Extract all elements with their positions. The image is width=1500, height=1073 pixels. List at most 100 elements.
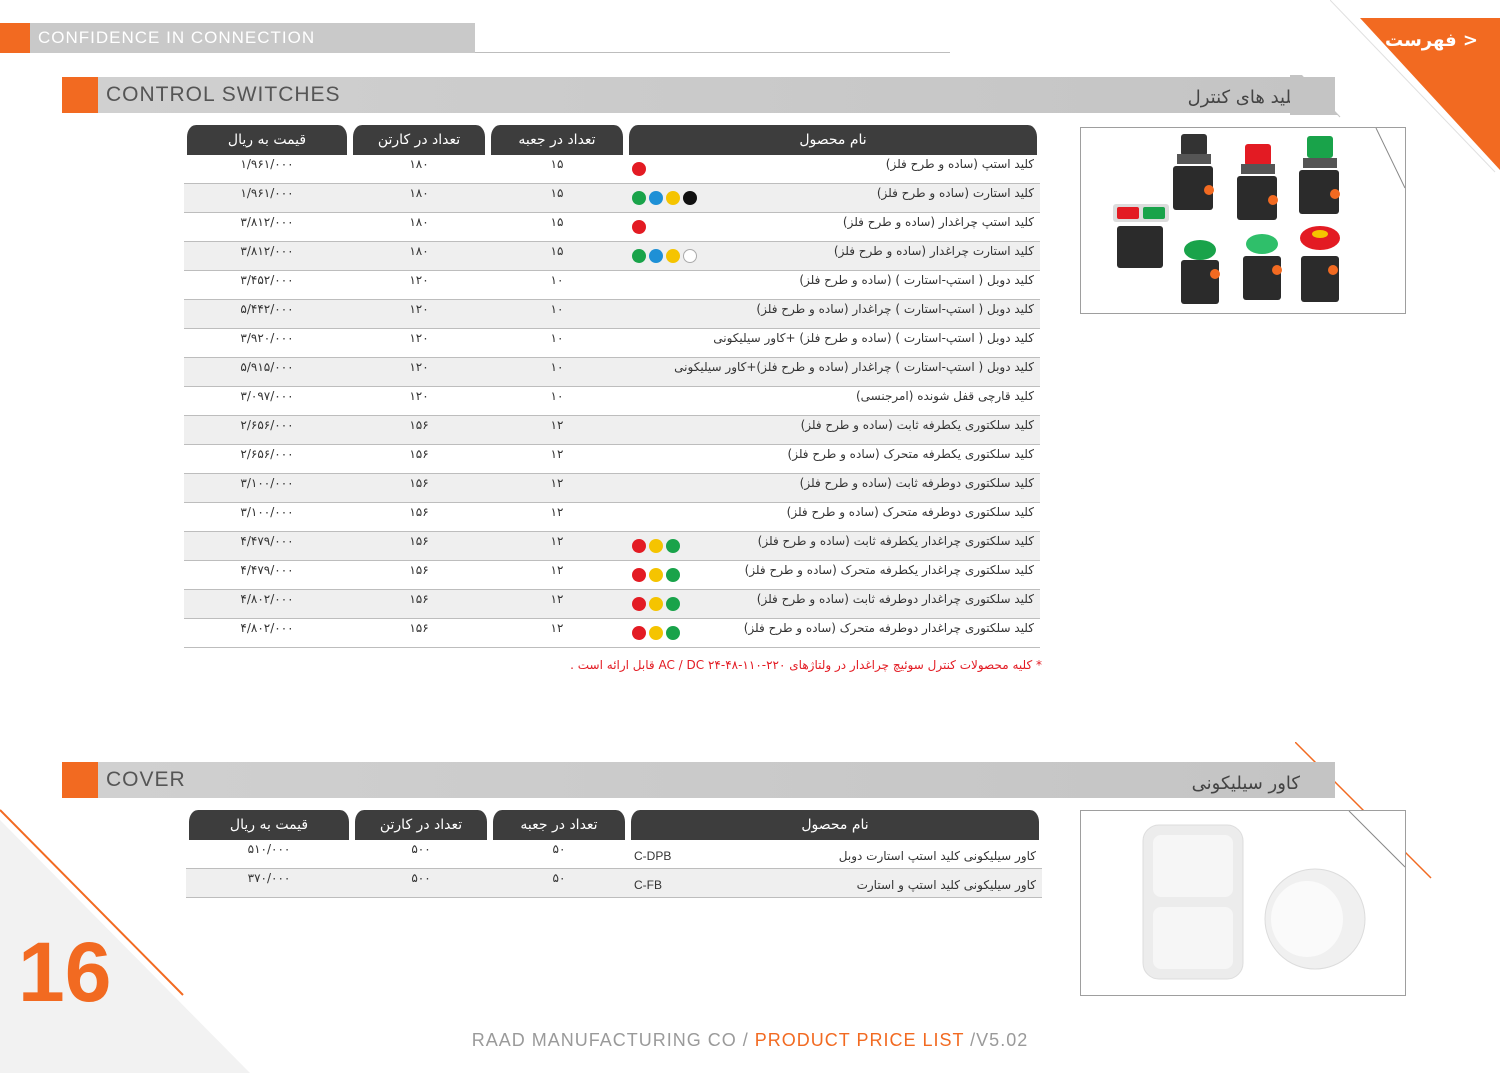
price-cell-text: ۲/۶۵۶/۰۰۰: [240, 447, 294, 461]
silicone-cover-illustration: [1142, 810, 1406, 980]
control-switches-image: [1080, 127, 1406, 314]
color-dot-blue: [649, 249, 663, 263]
section-header-tab: [1290, 75, 1341, 118]
per-box-cell-text: ۱۵: [550, 244, 564, 258]
cover-per-box-cell: ۵۰: [490, 869, 628, 898]
table-row: ۴/۸۰۲/۰۰۰ ۱۵۶ ۱۲ کلید سلکتوری چراغدار دوطرف…: [184, 590, 1040, 619]
color-dot-blue: [649, 191, 663, 205]
section-accent-block: [62, 77, 98, 113]
price-cell: ۳/۹۲۰/۰۰۰: [184, 329, 350, 358]
color-options: [632, 220, 646, 234]
price-cell: ۳/۸۱۲/۰۰۰: [184, 213, 350, 242]
color-dot-yellow: [666, 191, 680, 205]
per-carton-cell: ۱۲۰: [350, 329, 488, 358]
color-dot-red: [632, 597, 646, 611]
per-box-cell: ۱۲: [488, 474, 626, 503]
product-name-cell: کلید سلکتوری چراغدار یکطرفه متحرک (ساده …: [626, 561, 1040, 590]
control-switches-table: قیمت به ریال تعداد در کارتن تعداد در جعب…: [184, 125, 1040, 648]
table-row: ۵/۹۱۵/۰۰۰ ۱۲۰ ۱۰ کلید دوبل ( استپ-استارت ) …: [184, 358, 1040, 387]
column-header-per-carton: تعداد در کارتن: [350, 125, 488, 155]
per-box-cell: ۱۰: [488, 271, 626, 300]
per-carton-cell-text: ۱۵۶: [409, 447, 429, 461]
per-carton-cell-text: ۱۲۰: [409, 273, 429, 287]
table-row: ۵۱۰/۰۰۰ ۵۰۰ ۵۰ کاور سیلیکونی کلید استپ استا…: [186, 840, 1042, 869]
per-carton-cell: ۱۲۰: [350, 387, 488, 416]
per-box-cell: ۱۵: [488, 155, 626, 184]
per-carton-cell-text: ۱۲۰: [409, 389, 429, 403]
cover-per-box-cell-text: ۵۰: [552, 842, 566, 856]
per-carton-cell-text: ۱۵۶: [409, 534, 429, 548]
footer-list-name: PRODUCT PRICE LIST: [754, 1030, 965, 1050]
per-box-cell-text: ۱۲: [550, 418, 564, 432]
color-dot-yellow: [666, 249, 680, 263]
per-box-cell-text: ۱۲: [550, 563, 564, 577]
table-row: ۵/۴۴۲/۰۰۰ ۱۲۰ ۱۰ کلید دوبل ( استپ-استارت ) …: [184, 300, 1040, 329]
color-options: [632, 539, 680, 553]
per-box-cell-text: ۱۲: [550, 476, 564, 490]
table-row: ۲/۶۵۶/۰۰۰ ۱۵۶ ۱۲ کلید سلکتوری یکطرفه ثابت (…: [184, 416, 1040, 445]
product-name-cell: کلید استارت چراغدار (ساده و طرح فلز): [626, 242, 1040, 271]
product-name-text: کلید دوبل ( استپ-استارت ) چراغدار (ساده …: [674, 360, 1034, 374]
per-carton-cell-text: ۱۸۰: [409, 157, 429, 171]
price-cell-text: ۳/۹۲۰/۰۰۰: [240, 331, 294, 345]
color-options: [632, 249, 697, 263]
price-cell: ۳/۸۱۲/۰۰۰: [184, 242, 350, 271]
per-carton-cell-text: ۱۸۰: [409, 186, 429, 200]
cover-per-carton-cell: ۵۰۰: [352, 869, 490, 898]
per-box-cell-text: ۱۰: [550, 389, 564, 403]
product-name-cell: کلید سلکتوری یکطرفه متحرک (ساده و طرح فل…: [626, 445, 1040, 474]
product-name-cell: کلید سلکتوری دوطرفه ثابت (ساده و طرح فلز…: [626, 474, 1040, 503]
table-row: ۴/۴۷۹/۰۰۰ ۱۵۶ ۱۲ کلید سلکتوری چراغدار یکطرف…: [184, 561, 1040, 590]
table-row: ۲/۶۵۶/۰۰۰ ۱۵۶ ۱۲ کلید سلکتوری یکطرفه متحرک …: [184, 445, 1040, 474]
product-name-text: کلید دوبل ( استپ-استارت ) چراغدار (ساده …: [756, 302, 1034, 316]
color-options: [632, 626, 680, 640]
cover-per-carton-cell-text: ۵۰۰: [411, 842, 431, 856]
single-cover-photo: [1264, 868, 1366, 970]
voltage-footnote: * کلیه محصولات کنترل سوئیچ چراغدار در ول…: [570, 658, 1042, 672]
cover-per-box-cell: ۵۰: [490, 840, 628, 869]
cover-column-header-product-name: نام محصول: [628, 810, 1042, 840]
color-dot-red: [632, 568, 646, 582]
price-cell: ۴/۸۰۲/۰۰۰: [184, 590, 350, 619]
pushbutton-green-photo: [1181, 240, 1220, 304]
price-cell-text: ۱/۹۶۱/۰۰۰: [240, 186, 294, 200]
product-name-text: کلید سلکتوری دوطرفه ثابت (ساده و طرح فلز…: [799, 476, 1034, 490]
per-box-cell-text: ۱۰: [550, 273, 564, 287]
product-name-cell: کلید دوبل ( استپ-استارت ) چراغدار (ساده …: [626, 358, 1040, 387]
selector-switch-green-photo: [1299, 136, 1340, 214]
toc-link[interactable]: < فهرست: [1385, 30, 1478, 51]
product-name-cell: کلید سلکتوری یکطرفه ثابت (ساده و طرح فلز…: [626, 416, 1040, 445]
per-box-cell-text: ۱۲: [550, 534, 564, 548]
color-dot-yellow: [649, 626, 663, 640]
footer-version: /V5.02: [964, 1030, 1029, 1050]
price-cell-text: ۴/۸۰۲/۰۰۰: [240, 592, 294, 606]
per-box-cell: ۱۵: [488, 242, 626, 271]
price-cell: ۳/۱۰۰/۰۰۰: [184, 474, 350, 503]
per-carton-cell: ۱۸۰: [350, 155, 488, 184]
control-switches-illustration: [1113, 127, 1406, 304]
price-cell: ۱/۹۶۱/۰۰۰: [184, 184, 350, 213]
color-dot-green: [666, 597, 680, 611]
per-box-cell-text: ۱۲: [550, 447, 564, 461]
per-box-cell-text: ۱۲: [550, 621, 564, 635]
product-name-cell: کلید سلکتوری چراغدار یکطرفه ثابت (ساده و…: [626, 532, 1040, 561]
per-box-cell: ۱۰: [488, 329, 626, 358]
per-carton-cell: ۱۵۶: [350, 445, 488, 474]
per-carton-cell: ۱۸۰: [350, 242, 488, 271]
per-box-cell: ۱۰: [488, 387, 626, 416]
cover-header-bar: [98, 762, 1335, 798]
per-box-cell-text: ۱۵: [550, 186, 564, 200]
product-name-cell: کلید دوبل ( استپ-استارت ) (ساده و طرح فل…: [626, 271, 1040, 300]
per-box-cell: ۱۲: [488, 532, 626, 561]
cover-product-name-cell: کاور سیلیکونی کلید استپ استارت دوبل C-DPB: [628, 840, 1042, 869]
color-dot-red: [632, 539, 646, 553]
product-name-text: کلید سلکتوری چراغدار دوطرفه متحرک (ساده …: [743, 621, 1034, 635]
table-row: ۳/۴۵۲/۰۰۰ ۱۲۰ ۱۰ کلید دوبل ( استپ-استارت ) …: [184, 271, 1040, 300]
per-carton-cell: ۱۵۶: [350, 619, 488, 648]
color-dot-yellow: [649, 597, 663, 611]
product-name-text: کلید سلکتوری دوطرفه متحرک (ساده و طرح فل…: [786, 505, 1034, 519]
section-title-fa: کلید های کنترل: [1187, 87, 1300, 108]
product-name-text: کلید قارچی قفل شونده (امرجنسی): [855, 389, 1034, 403]
price-cell-text: ۳/۱۰۰/۰۰۰: [240, 505, 294, 519]
per-carton-cell: ۱۲۰: [350, 358, 488, 387]
